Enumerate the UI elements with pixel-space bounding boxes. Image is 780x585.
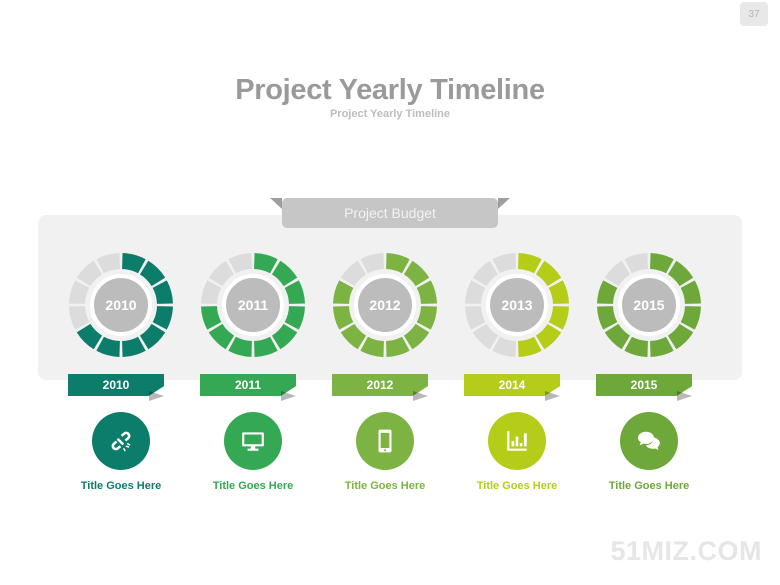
donut-gauge-2013: 2013 [462,250,572,360]
donut-year-label: 2011 [222,274,284,336]
tag-fold-icon [149,391,164,401]
tag-fold-icon [677,391,692,401]
year-tag-2010[interactable]: 2010 [68,374,164,401]
icon-button-2[interactable] [198,412,308,470]
tag-fold-icon [281,391,296,401]
donut-ring: 2010 [66,250,176,360]
donut-gauge-2012: 2012 [330,250,440,360]
broken-link-icon [92,412,150,470]
icon-button-4[interactable] [462,412,572,470]
donut-ring: 2011 [198,250,308,360]
monitor-icon [224,412,282,470]
year-tag-2014[interactable]: 2014 [464,374,560,401]
page-number-badge: 37 [740,2,768,26]
page-title: Project Yearly Timeline [235,74,545,106]
page-subtitle: Project Yearly Timeline [329,108,451,120]
donut-year-label: 2013 [486,274,548,336]
column-caption: Title Goes Here [344,480,426,492]
year-tag-2012[interactable]: 2012 [332,374,428,401]
column-caption: Title Goes Here [476,480,558,492]
watermark: 51MIZ.COM [610,536,762,566]
donut-gauge-2010: 2010 [66,250,176,360]
icon-button-5[interactable] [594,412,704,470]
donut-gauge-2011: 2011 [198,250,308,360]
slide-canvas: 37 Project Yearly Timeline Project Yearl… [0,0,780,585]
column-caption: Title Goes Here [80,480,162,492]
donut-ring: 2013 [462,250,572,360]
ribbon-fold-right-icon [498,198,510,209]
column-caption: Title Goes Here [212,480,294,492]
tag-fold-icon [413,391,428,401]
column-caption: Title Goes Here [608,480,690,492]
ribbon-fold-left-icon [270,198,282,209]
donut-gauge-2015: 2015 [594,250,704,360]
chat-bubbles-icon [620,412,678,470]
donut-ring: 2012 [330,250,440,360]
tag-fold-icon [545,391,560,401]
banner: Project Budget [270,198,510,230]
smartphone-icon [356,412,414,470]
donut-year-label: 2012 [354,274,416,336]
donut-ring: 2015 [594,250,704,360]
icon-button-3[interactable] [330,412,440,470]
banner-label: Project Budget [282,198,498,228]
donut-year-label: 2010 [90,274,152,336]
donut-year-label: 2015 [618,274,680,336]
bar-chart-icon [488,412,546,470]
year-tag-2011[interactable]: 2011 [200,374,296,401]
year-tag-2015[interactable]: 2015 [596,374,692,401]
icon-button-1[interactable] [66,412,176,470]
